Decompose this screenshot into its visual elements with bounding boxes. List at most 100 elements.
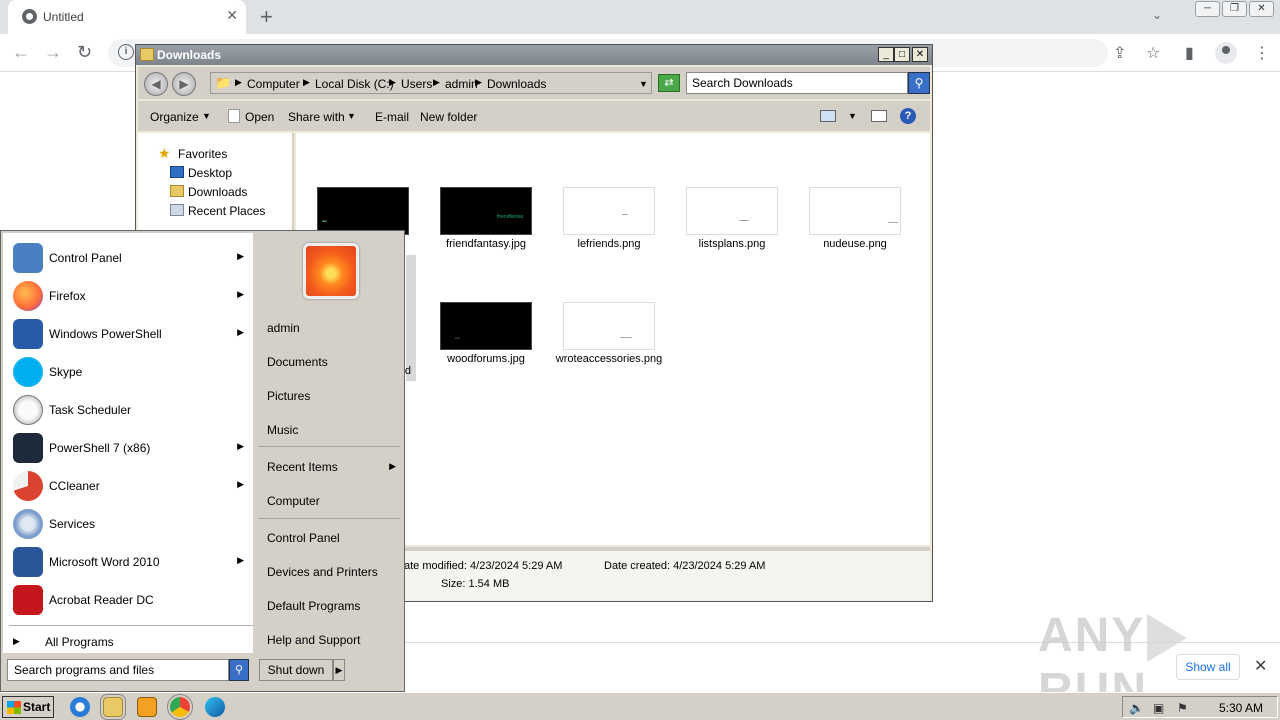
close-button[interactable]: ✕ [1249, 1, 1274, 17]
link-control-panel[interactable]: Control Panel [267, 531, 340, 545]
link-music[interactable]: Music [267, 423, 298, 437]
site-info-icon[interactable]: i [118, 44, 134, 60]
bookmark-star-icon[interactable]: ☆ [1146, 43, 1160, 63]
tab-close-icon[interactable]: ✕ [226, 7, 238, 24]
speaker-icon[interactable]: 🔈 [1129, 701, 1144, 715]
start-button[interactable]: Start [2, 696, 54, 718]
file-thumbnail[interactable] [563, 302, 655, 350]
shut-down-button[interactable]: Shut down [259, 659, 333, 681]
internet-explorer-icon[interactable] [70, 697, 90, 717]
explorer-close-button[interactable]: ✕ [912, 47, 928, 62]
explorer-minimize-button[interactable]: _ [878, 47, 894, 62]
program-services[interactable]: Services [3, 505, 253, 543]
shut-down-options-icon[interactable]: ▶ [333, 659, 345, 681]
breadcrumb[interactable]: 📁 ▶ Computer ▶ Local Disk (C:) ▶ Users ▶… [210, 72, 652, 94]
program-task-scheduler[interactable]: Task Scheduler [3, 391, 253, 429]
link-admin[interactable]: admin [267, 321, 300, 335]
explorer-forward-icon[interactable]: ▶ [172, 72, 196, 96]
nav-desktop[interactable]: Desktop [188, 166, 232, 180]
share-with-button[interactable]: Share with [288, 110, 345, 124]
breadcrumb-separator-icon[interactable]: ▶ [235, 77, 242, 88]
search-icon[interactable]: ⚲ [908, 72, 930, 94]
file-name[interactable]: nudeuse.png [795, 238, 915, 251]
explorer-maximize-button[interactable]: □ [894, 47, 910, 62]
link-recent-items[interactable]: Recent Items [267, 460, 338, 474]
edge-icon[interactable] [205, 697, 225, 717]
organize-button[interactable]: Organize [150, 110, 199, 124]
breadcrumb-admin[interactable]: admin [445, 77, 478, 91]
tab-search-chevron-icon[interactable]: ⌄ [1152, 8, 1162, 22]
breadcrumb-downloads[interactable]: Downloads [487, 77, 546, 91]
file-name[interactable]: lefriends.png [549, 238, 669, 251]
menu-kebab-icon[interactable]: ⋮ [1254, 43, 1270, 63]
explorer-back-icon[interactable]: ◀ [144, 72, 168, 96]
file-name[interactable]: wroteaccessories.png [549, 353, 669, 366]
breadcrumb-separator-icon[interactable]: ▶ [389, 77, 396, 88]
program-skype[interactable]: Skype [3, 353, 253, 391]
nav-recent-places[interactable]: Recent Places [188, 204, 265, 218]
program-powershell-7[interactable]: PowerShell 7 (x86) ▶ [3, 429, 253, 467]
start-search-input[interactable]: Search programs and files [7, 659, 229, 681]
breadcrumb-users[interactable]: Users [401, 77, 432, 91]
share-with-dropdown-icon[interactable]: ▼ [347, 111, 356, 121]
action-center-flag-icon[interactable]: ⚑ [1177, 701, 1188, 715]
breadcrumb-local-disk[interactable]: Local Disk (C:) [315, 77, 394, 91]
network-icon[interactable]: ▣ [1153, 701, 1164, 715]
link-default-programs[interactable]: Default Programs [267, 599, 360, 613]
link-documents[interactable]: Documents [267, 355, 328, 369]
share-icon[interactable]: ⇪ [1113, 43, 1126, 63]
open-button[interactable]: Open [245, 110, 274, 124]
email-button[interactable]: E-mail [375, 110, 409, 124]
file-thumbnail[interactable] [809, 187, 901, 235]
breadcrumb-separator-icon[interactable]: ▶ [303, 77, 310, 88]
explorer-title-bar[interactable]: Downloads _ □ ✕ [136, 45, 932, 65]
program-acrobat-reader[interactable]: Acrobat Reader DC [3, 581, 253, 619]
browser-tab[interactable]: Untitled ✕ [8, 0, 246, 34]
breadcrumb-separator-icon[interactable]: ▶ [475, 77, 482, 88]
minimize-button[interactable]: ─ [1195, 1, 1220, 17]
nav-downloads[interactable]: Downloads [188, 185, 247, 199]
restore-button[interactable]: ❐ [1222, 1, 1247, 17]
help-icon[interactable]: ? [900, 108, 916, 124]
file-thumbnail[interactable]: friendfantas [440, 187, 532, 235]
forward-arrow-icon[interactable]: → [44, 42, 62, 63]
nav-favorites[interactable]: Favorites [178, 147, 227, 161]
media-player-icon[interactable] [137, 697, 157, 717]
address-dropdown-icon[interactable]: ▼ [639, 79, 648, 89]
file-name[interactable]: friendfantasy.jpg [426, 238, 546, 251]
organize-dropdown-icon[interactable]: ▼ [202, 111, 211, 121]
explorer-folder-icon[interactable] [100, 694, 126, 720]
breadcrumb-computer[interactable]: Computer [247, 77, 300, 91]
reload-icon[interactable]: ↻ [77, 42, 92, 63]
program-control-panel[interactable]: Control Panel ▶ [3, 239, 253, 277]
new-folder-button[interactable]: New folder [420, 110, 477, 124]
breadcrumb-separator-icon[interactable]: ▶ [433, 77, 440, 88]
download-bar-close-icon[interactable]: ✕ [1254, 656, 1267, 676]
all-programs-button[interactable]: All Programs [45, 635, 114, 649]
clock[interactable]: 5:30 AM [1219, 701, 1263, 715]
program-windows-powershell[interactable]: Windows PowerShell ▶ [3, 315, 253, 353]
view-dropdown-icon[interactable]: ▼ [848, 111, 857, 121]
file-thumbnail[interactable]: ▬ [317, 187, 409, 235]
profile-avatar-icon[interactable] [1215, 42, 1237, 64]
file-name[interactable]: woodforums.jpg [426, 353, 546, 366]
search-icon[interactable]: ⚲ [229, 659, 249, 681]
program-ccleaner[interactable]: CCleaner ▶ [3, 467, 253, 505]
back-arrow-icon[interactable]: ← [12, 42, 30, 63]
program-microsoft-word[interactable]: Microsoft Word 2010 ▶ [3, 543, 253, 581]
side-panel-icon[interactable]: ▮ [1185, 43, 1194, 63]
file-thumbnail[interactable]: ▬ [440, 302, 532, 350]
preview-pane-icon[interactable] [871, 110, 887, 122]
file-thumbnail[interactable] [686, 187, 778, 235]
file-name[interactable]: listsplans.png [672, 238, 792, 251]
program-firefox[interactable]: Firefox ▶ [3, 277, 253, 315]
link-devices-and-printers[interactable]: Devices and Printers [267, 565, 378, 579]
chrome-icon[interactable] [167, 694, 193, 720]
file-thumbnail[interactable] [563, 187, 655, 235]
link-pictures[interactable]: Pictures [267, 389, 310, 403]
new-tab-button[interactable]: + [260, 4, 273, 30]
link-computer[interactable]: Computer [267, 494, 320, 508]
change-view-icon[interactable] [820, 110, 836, 122]
explorer-search-input[interactable]: Search Downloads [686, 72, 908, 94]
refresh-icon[interactable]: ⇄ [658, 74, 680, 92]
